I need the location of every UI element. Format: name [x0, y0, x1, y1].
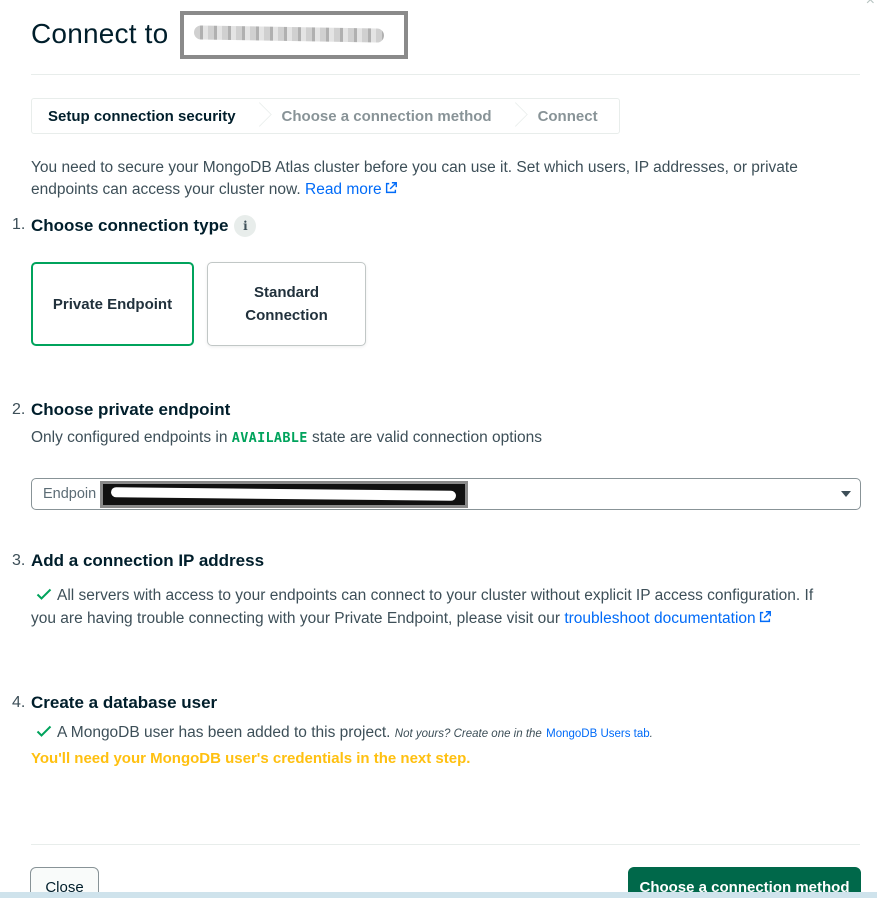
available-state-label: AVAILABLE	[231, 430, 308, 446]
database-user-info: A MongoDB user has been added to this pr…	[31, 721, 653, 746]
database-user-text: A MongoDB user has been added to this pr…	[57, 724, 391, 741]
section-number: 1.	[12, 216, 26, 233]
close-icon[interactable]: ×	[866, 0, 875, 10]
section-number: 2.	[12, 401, 26, 418]
endpoint-select[interactable]: Endpoin	[31, 478, 861, 510]
footer-divider	[31, 844, 860, 845]
not-yours-note: Not yours? Create one in the	[394, 728, 542, 740]
wizard-stepper: Setup connection security Choose a conne…	[31, 98, 620, 134]
external-link-icon	[385, 182, 397, 194]
step-connect[interactable]: Connect	[522, 99, 614, 133]
troubleshoot-link-label: troubleshoot documentation	[564, 610, 756, 627]
mongodb-users-tab-link[interactable]: MongoDB Users tab	[546, 728, 650, 740]
intro-description: You need to secure your MongoDB Atlas cl…	[31, 159, 798, 198]
helper-text-end: state are valid connection options	[311, 429, 543, 446]
section-title-text: Choose connection type	[31, 216, 229, 235]
page-bottom-edge	[0, 892, 877, 898]
ip-access-info: All servers with access to your endpoint…	[31, 584, 841, 630]
external-link-icon	[759, 611, 771, 623]
check-icon	[36, 725, 52, 737]
chevron-right-icon	[252, 99, 266, 133]
check-icon	[36, 588, 52, 600]
section-number: 3.	[12, 552, 26, 569]
caret-down-icon	[841, 491, 851, 497]
section-title-connection-type: Choose connection type i	[31, 215, 257, 237]
section-number: 4.	[12, 694, 26, 711]
redacted-endpoint-id	[100, 481, 468, 508]
troubleshoot-documentation-link[interactable]: troubleshoot documentation	[564, 610, 771, 627]
section-title-database-user: Create a database user	[31, 693, 218, 712]
standard-connection-label: Standard Connection	[245, 284, 328, 324]
modal-header: Connect to	[31, 14, 168, 54]
step-choose-connection-method[interactable]: Choose a connection method	[266, 99, 508, 133]
redacted-cluster-name	[180, 11, 408, 59]
note-period: .	[649, 728, 653, 740]
info-icon[interactable]: i	[234, 215, 257, 237]
modal-title: Connect to	[31, 18, 169, 49]
section-title-ip-address: Add a connection IP address	[31, 551, 265, 570]
helper-text-start: Only configured endpoints in	[31, 429, 228, 446]
connection-type-standard[interactable]: Standard Connection	[207, 262, 366, 346]
endpoint-select-value: Endpoin	[43, 486, 97, 502]
connection-type-private-endpoint[interactable]: Private Endpoint	[31, 262, 194, 346]
chevron-right-icon	[508, 99, 522, 133]
intro-text: You need to secure your MongoDB Atlas cl…	[31, 157, 851, 201]
step-setup-connection-security[interactable]: Setup connection security	[32, 99, 252, 133]
endpoint-helper-text: Only configured endpoints in AVAILABLE s…	[31, 429, 542, 447]
credentials-warning: You'll need your MongoDB user's credenti…	[31, 750, 471, 767]
section-title-private-endpoint: Choose private endpoint	[31, 400, 231, 419]
read-more-label: Read more	[305, 181, 382, 198]
read-more-link[interactable]: Read more	[305, 181, 398, 198]
header-divider	[31, 74, 860, 75]
